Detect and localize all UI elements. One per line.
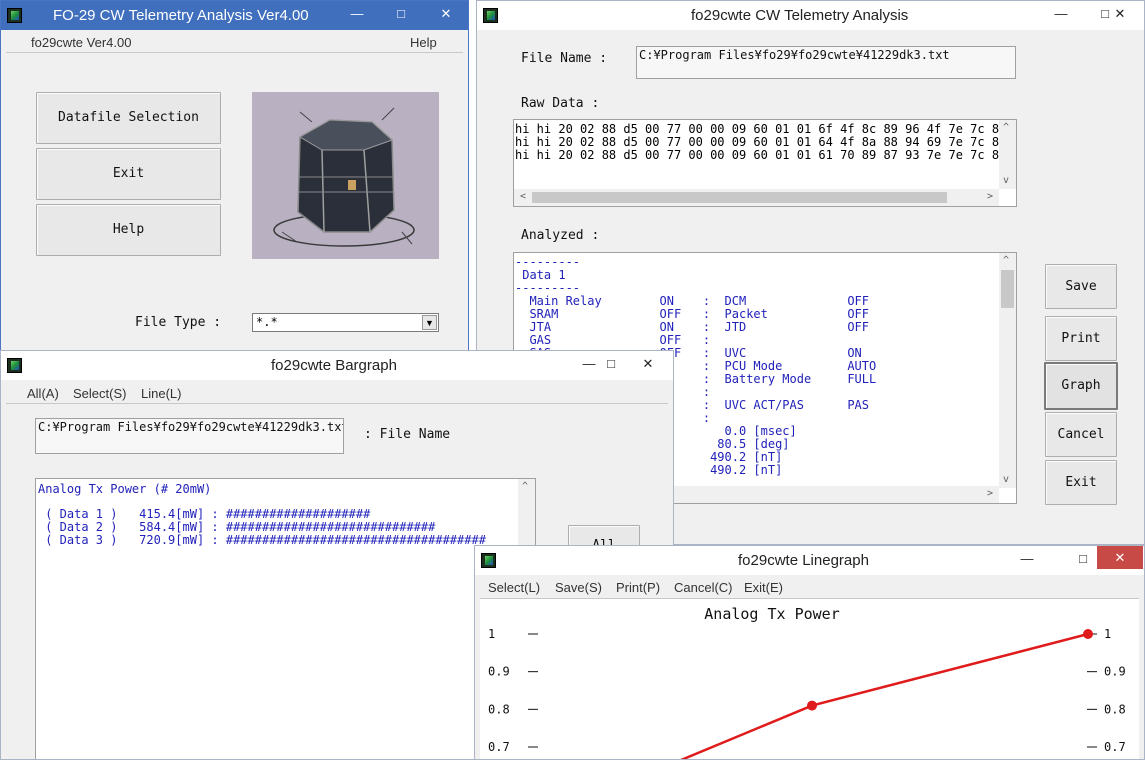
linegraph-canvas: Analog Tx Power 1 1 0.9 0.9 0.8 0.8 0.7 0.7 [480,598,1139,759]
app-icon [481,553,496,568]
satellite-image [252,92,439,259]
series-line [680,632,1089,759]
data-point [807,700,817,711]
file-type-select[interactable]: *.* ▼ [252,313,439,332]
raw-vertical-scrollbar[interactable]: ^ v [999,120,1016,189]
menu-bar: All(A) Select(S) Line(L) [1,383,673,403]
app-icon [7,358,22,373]
graph-button[interactable]: Graph [1044,362,1118,410]
analyzed-vertical-scrollbar[interactable]: ^ v [999,253,1016,488]
file-type-value: *.* [256,315,278,329]
scroll-up-icon[interactable]: ^ [999,255,1013,267]
minimize-button[interactable]: — [1039,4,1083,25]
menu-select[interactable]: Select(S) [73,386,126,401]
bargraph-title: Analog Tx Power (# 20mW) [38,482,212,496]
minimize-button[interactable]: — [335,4,379,25]
save-button[interactable]: Save [1045,264,1117,309]
y-tick-label-left: 1 [488,627,495,641]
raw-data-textarea[interactable]: hi hi 20 02 88 d5 00 77 00 00 09 60 01 0… [513,119,1017,207]
main-window: FO-29 CW Telemetry Analysis Ver4.00 — □ … [0,0,469,360]
y-tick-label-left: 0.7 [488,740,510,754]
y-tick-label-right: 1 [1104,627,1111,641]
y-tick-label-right: 0.8 [1104,702,1126,716]
close-button[interactable]: ✕ [1097,546,1143,569]
linegraph-chart: Analog Tx Power 1 1 0.9 0.9 0.8 0.8 0.7 0.7 [488,605,1126,759]
menu-app-name[interactable]: fo29cwte Ver4.00 [31,35,131,50]
menu-select[interactable]: Select(L) [488,580,540,595]
analysis-titlebar[interactable]: fo29cwte CW Telemetry Analysis — □ ✕ [477,1,1144,30]
menu-line[interactable]: Line(L) [141,386,181,401]
raw-data-label: Raw Data : [521,96,600,111]
raw-line: hi hi 20 02 88 d5 00 77 00 00 09 60 01 0… [515,148,1007,162]
cancel-button[interactable]: Cancel [1045,412,1117,457]
print-button[interactable]: Print [1045,316,1117,361]
data-point [1083,629,1093,639]
bargraph-textarea[interactable]: Analog Tx Power (# 20mW) ( Data 1 ) 415.… [35,478,536,759]
menu-all[interactable]: All(A) [27,386,59,401]
file-name-field: C:¥Program Files¥fo29¥fo29cwte¥41229dk3.… [636,46,1016,79]
linegraph-titlebar[interactable]: fo29cwte Linegraph — □ ✕ [475,546,1144,575]
menu-print[interactable]: Print(P) [616,580,660,595]
app-icon [483,8,498,23]
menu-exit[interactable]: Exit(E) [744,580,783,595]
app-icon [7,8,22,23]
scroll-thumb[interactable] [532,192,947,203]
close-button[interactable]: ✕ [1097,4,1143,25]
chart-title: Analog Tx Power [704,605,839,623]
menu-bar: Select(L) Save(S) Print(P) Cancel(C) Exi… [475,577,1144,597]
window-title: fo29cwte CW Telemetry Analysis [691,7,909,24]
linegraph-window: fo29cwte Linegraph — □ ✕ Select(L) Save(… [474,545,1145,760]
analyzed-label: Analyzed : [521,228,600,243]
main-titlebar[interactable]: FO-29 CW Telemetry Analysis Ver4.00 — □ … [1,1,468,30]
scroll-thumb[interactable] [1001,270,1014,308]
y-tick-label-left: 0.8 [488,702,510,716]
window-title: FO-29 CW Telemetry Analysis Ver4.00 [53,7,309,24]
exit-button[interactable]: Exit [1045,460,1117,505]
window-title: fo29cwte Linegraph [738,552,869,569]
maximize-button[interactable]: □ [379,4,423,25]
scroll-up-icon[interactable]: ^ [999,122,1013,134]
menu-cancel[interactable]: Cancel(C) [674,580,733,595]
close-button[interactable]: ✕ [423,4,468,25]
raw-horizontal-scrollbar[interactable]: < > [514,189,999,206]
help-button[interactable]: Help [36,204,221,256]
minimize-button[interactable]: — [1005,549,1049,570]
datafile-selection-button[interactable]: Datafile Selection [36,92,221,144]
scroll-right-icon[interactable]: > [983,191,997,203]
window-title: fo29cwte Bargraph [271,357,397,374]
scroll-up-icon[interactable]: ^ [518,481,532,493]
scroll-left-icon[interactable]: < [516,191,530,203]
menu-help[interactable]: Help [410,35,437,50]
file-name-label: : File Name [364,427,451,442]
y-tick-label-right: 0.7 [1104,740,1126,754]
file-name-label: File Name : [521,51,608,66]
file-name-field: C:¥Program Files¥fo29¥fo29cwte¥41229dk3.… [35,418,344,454]
exit-button[interactable]: Exit [36,148,221,200]
scroll-down-icon[interactable]: v [999,175,1013,187]
close-button[interactable]: ✕ [625,354,671,375]
y-tick-label-left: 0.9 [488,665,510,679]
scroll-down-icon[interactable]: v [999,474,1013,486]
menu-save[interactable]: Save(S) [555,580,602,595]
scroll-right-icon[interactable]: > [983,488,997,500]
menu-bar: fo29cwte Ver4.00 Help [1,32,468,52]
chevron-down-icon[interactable]: ▼ [422,315,437,330]
file-type-label: File Type : [135,315,222,330]
bargraph-line: ( Data 3 ) 720.9[mW] : #################… [38,533,486,547]
bargraph-titlebar[interactable]: fo29cwte Bargraph — □ ✕ [1,351,673,380]
y-tick-label-right: 0.9 [1104,665,1126,679]
